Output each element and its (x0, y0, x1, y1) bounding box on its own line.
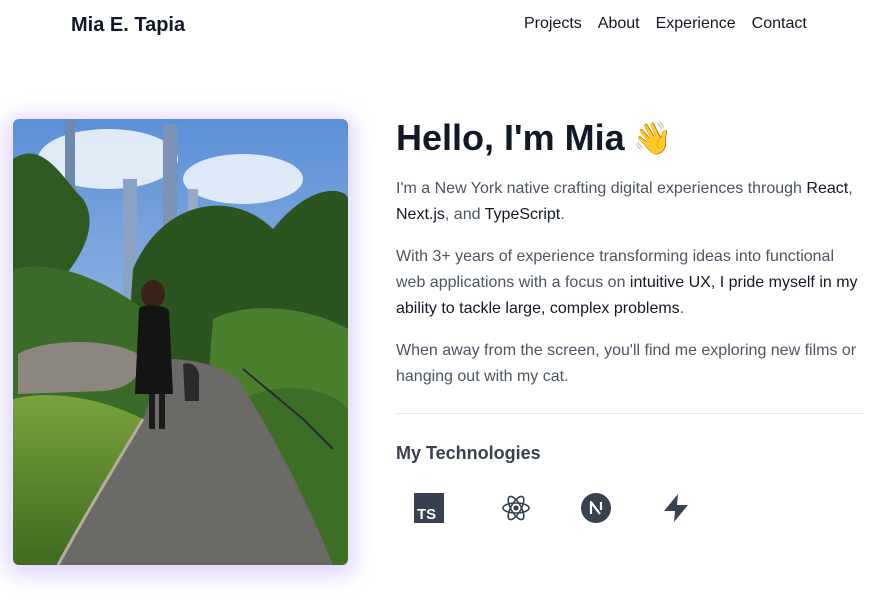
experience-period: . (679, 300, 685, 317)
main-nav: Projects About Experience Contact (524, 14, 807, 34)
typescript-highlight: TypeScript (484, 206, 561, 223)
waving-hand-icon: 👋 (632, 120, 673, 156)
technologies-row: TS (396, 488, 866, 528)
nextjs-icon (556, 488, 636, 528)
intro-text: I'm a New York native crafting digital e… (396, 180, 807, 197)
intro-section: Hello, I'm Mia 👋 I'm a New York native c… (396, 118, 866, 528)
nav-contact[interactable]: Contact (752, 14, 807, 34)
intro-separator: , (848, 180, 853, 197)
hobbies-paragraph: When away from the screen, you'll find m… (396, 342, 857, 385)
nav-about[interactable]: About (598, 14, 640, 34)
photo-illustration (13, 119, 348, 565)
nav-projects[interactable]: Projects (524, 14, 582, 34)
experience-paragraph: With 3+ years of experience transforming… (396, 244, 866, 322)
svg-text:TS: TS (417, 506, 436, 523)
react-highlight: React (806, 180, 849, 197)
section-divider (396, 413, 864, 414)
intro-period: . (560, 206, 565, 223)
supabase-icon (636, 488, 716, 528)
react-icon (476, 488, 556, 528)
profile-photo (13, 119, 348, 565)
nav-experience[interactable]: Experience (656, 14, 736, 34)
hero-title-text: Hello, I'm Mia (396, 117, 625, 158)
portfolio-page: Mia E. Tapia Projects About Experience C… (0, 0, 875, 616)
intro-and: , and (444, 206, 485, 223)
intro-paragraph: I'm a New York native crafting digital e… (396, 176, 866, 228)
brand-name[interactable]: Mia E. Tapia (71, 13, 185, 37)
typescript-icon: TS (396, 488, 476, 528)
hero-title: Hello, I'm Mia 👋 (396, 118, 866, 158)
technologies-title: My Technologies (396, 443, 541, 463)
nextjs-highlight: Next.js (396, 206, 445, 223)
